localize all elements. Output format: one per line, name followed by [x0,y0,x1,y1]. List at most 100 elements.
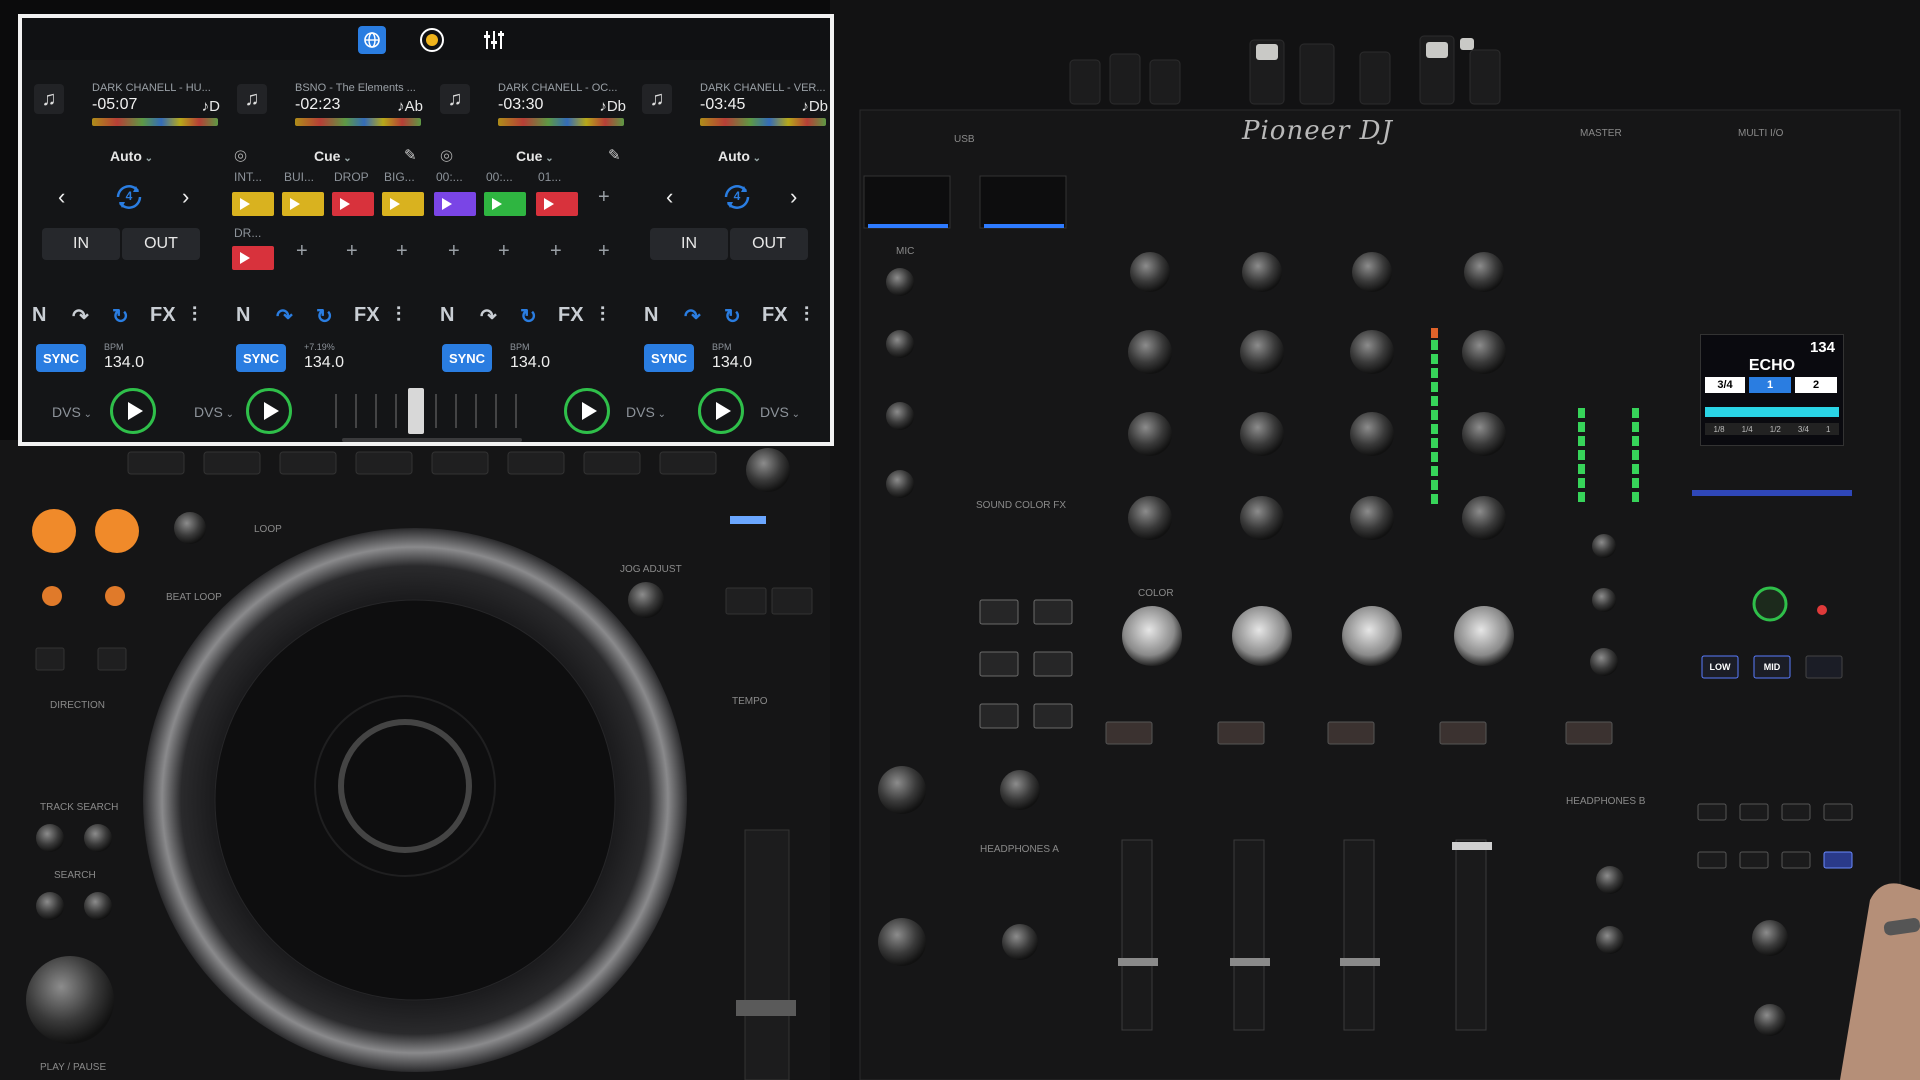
crossfader[interactable] [322,386,542,444]
add-hotcue-button[interactable]: + [296,240,308,263]
eq-icon[interactable]: ⫶ [600,304,605,327]
bpm-label: BPM [510,342,530,352]
add-hotcue-button[interactable]: + [346,240,358,263]
loop-out-button[interactable]: OUT [730,228,808,260]
loop-icon[interactable]: ↻ [112,304,129,329]
bpm-value[interactable]: 134.0 [712,354,752,372]
hotcue-button[interactable] [232,246,274,270]
hotcue-label: BUI... [284,170,315,184]
dvs-dropdown[interactable]: DVS [760,404,800,420]
loop-icon[interactable]: ↻ [724,304,741,329]
play-button[interactable] [246,388,292,434]
settings-icon[interactable]: ◎ [440,146,453,164]
track-waveform[interactable] [700,118,826,126]
hotcue-button[interactable] [434,192,476,216]
hotcue-label: DR... [234,226,262,240]
deck-header-row: ♫ DARK CHANELL - HU... -05:07 ♪D ♫ BSNO … [22,66,830,136]
add-hotcue-button[interactable]: + [448,240,460,263]
play-icon [127,402,143,420]
settings-icon[interactable]: ◎ [234,146,247,164]
fx-icon[interactable]: FX [150,304,176,327]
eq-icon[interactable]: ⫶ [192,304,197,327]
pitch-n-icon[interactable]: N [236,304,250,327]
deck-2-mode-dropdown[interactable]: Cue [314,148,352,164]
hotcue-button[interactable] [536,192,578,216]
add-hotcue-button[interactable]: + [598,186,610,209]
fx-icon[interactable]: FX [762,304,788,327]
deck-3-header[interactable]: ♫ DARK CHANELL - OC... -03:30 ♪Db [428,66,628,136]
deck-2-header[interactable]: ♫ BSNO - The Elements ... -02:23 ♪Ab [225,66,425,136]
bpm-value[interactable]: 134.0 [304,354,344,372]
loop-double-button[interactable]: › [790,184,797,210]
deck-4-mode-dropdown[interactable]: Auto [718,148,761,164]
play-button[interactable] [698,388,744,434]
eq-icon[interactable]: ⫶ [804,304,809,327]
add-hotcue-button[interactable]: + [498,240,510,263]
sync-button[interactable]: SYNC [442,344,492,372]
deck-tool-row: N ↷ ↻ FX ⫶ N ↷ ↻ FX ⫶ N ↷ ↻ FX ⫶ N ↷ ↻ FX ⫶ [32,304,832,332]
fx-beat-cell: 3/4 [1705,377,1745,393]
mixer-icon[interactable] [480,26,508,54]
loop-halve-button[interactable]: ‹ [666,184,673,210]
eq-icon[interactable]: ⫶ [396,304,401,327]
globe-icon[interactable] [358,26,386,54]
loop-in-button[interactable]: IN [42,228,120,260]
fx-level-bar [1705,407,1839,417]
play-button[interactable] [110,388,156,434]
dvs-dropdown[interactable]: DVS [194,404,234,420]
dvs-dropdown[interactable]: DVS [52,404,92,420]
loop-icon[interactable]: ↻ [520,304,537,329]
sync-button[interactable]: SYNC [644,344,694,372]
loop-double-button[interactable]: › [182,184,189,210]
track-waveform[interactable] [295,118,421,126]
beat-loop-label: BEAT LOOP [166,592,222,603]
bpm-label: BPM [104,342,124,352]
track-title: DARK CHANELL - VER... [700,82,826,94]
pencil-icon[interactable]: ✎ [608,146,621,164]
brand-logo: Pioneer DJ [1242,116,1393,146]
track-waveform[interactable] [498,118,624,126]
hotcue-button[interactable] [232,192,274,216]
hotcue-button[interactable] [282,192,324,216]
headphones-b-label: HEADPHONES B [1566,796,1646,807]
pitch-n-icon[interactable]: N [32,304,46,327]
add-hotcue-button[interactable]: + [598,240,610,263]
bpm-value[interactable]: 134.0 [510,354,550,372]
loop-out-button[interactable]: OUT [122,228,200,260]
fx-icon[interactable]: FX [558,304,584,327]
fx-icon[interactable]: FX [354,304,380,327]
sync-button[interactable]: SYNC [236,344,286,372]
hotcue-button[interactable] [484,192,526,216]
rewind-icon[interactable]: ↷ [72,304,89,329]
fx-beat-cell: 1 [1749,377,1791,393]
fx-low-button[interactable]: LOW [1702,656,1738,678]
record-icon[interactable] [418,26,446,54]
bpm-value[interactable]: 134.0 [104,354,144,372]
rewind-icon[interactable]: ↷ [276,304,293,329]
rewind-icon[interactable]: ↷ [684,304,701,329]
loop-size-value: 4 [733,189,741,203]
play-button[interactable] [564,388,610,434]
loop-halve-button[interactable]: ‹ [58,184,65,210]
rewind-icon[interactable]: ↷ [480,304,497,329]
hotcue-button[interactable] [382,192,424,216]
loop-in-button[interactable]: IN [650,228,728,260]
pitch-n-icon[interactable]: N [644,304,658,327]
loop-size-icon[interactable]: 4 [720,180,754,214]
dvs-dropdown[interactable]: DVS [626,404,666,420]
add-hotcue-button[interactable]: + [396,240,408,263]
deck-3-mode-dropdown[interactable]: Cue [516,148,554,164]
loop-icon[interactable]: ↻ [316,304,333,329]
fx-mid-button[interactable]: MID [1754,656,1790,678]
deck-1-mode-dropdown[interactable]: Auto [110,148,153,164]
add-hotcue-button[interactable]: + [550,240,562,263]
deck-1-header[interactable]: ♫ DARK CHANELL - HU... -05:07 ♪D [22,66,222,136]
sync-button[interactable]: SYNC [36,344,86,372]
loop-size-icon[interactable]: 4 [112,180,146,214]
hotcue-button[interactable] [332,192,374,216]
track-waveform[interactable] [92,118,218,126]
pitch-n-icon[interactable]: N [440,304,454,327]
pencil-icon[interactable]: ✎ [404,146,417,164]
deck-4-header[interactable]: ♫ DARK CHANELL - VER... -03:45 ♪Db [630,66,830,136]
hotcue-label: 00:... [436,170,463,184]
